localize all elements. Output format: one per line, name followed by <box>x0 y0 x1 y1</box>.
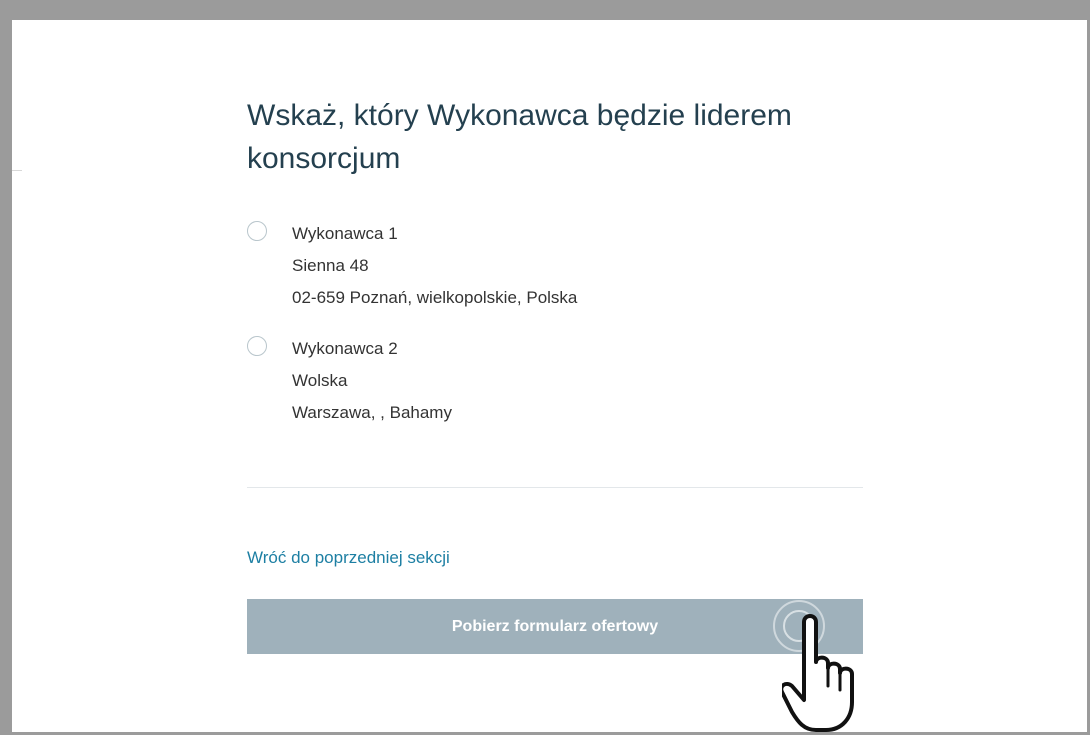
back-to-previous-section-link[interactable]: Wróć do poprzedniej sekcji <box>247 548 450 568</box>
option-name: Wykonawca 2 <box>292 339 398 358</box>
option-city: 02-659 Poznań, wielkopolskie, Polska <box>292 288 578 307</box>
radio-wykonawca-2[interactable] <box>247 336 267 356</box>
window-frame-left <box>0 0 12 735</box>
option-text: Wykonawca 1 Sienna 48 02-659 Poznań, wie… <box>292 218 577 314</box>
option-name: Wykonawca 1 <box>292 224 398 243</box>
window-frame-top <box>0 0 1090 20</box>
hand-pointer-icon <box>782 614 854 732</box>
consortium-leader-modal: Wskaż, który Wykonawca będzie liderem ko… <box>22 20 1087 732</box>
section-divider <box>247 487 863 488</box>
option-text: Wykonawca 2 Wolska Warszawa, , Bahamy <box>292 333 452 429</box>
radio-wykonawca-1[interactable] <box>247 221 267 241</box>
option-wykonawca-1[interactable]: Wykonawca 1 Sienna 48 02-659 Poznań, wie… <box>247 221 867 321</box>
option-street: Sienna 48 <box>292 256 369 275</box>
modal-title: Wskaż, który Wykonawca będzie liderem ko… <box>247 99 792 175</box>
option-wykonawca-2[interactable]: Wykonawca 2 Wolska Warszawa, , Bahamy <box>247 336 867 436</box>
download-offer-form-button[interactable]: Pobierz formularz ofertowy <box>247 599 863 654</box>
option-city: Warszawa, , Bahamy <box>292 403 452 422</box>
option-street: Wolska <box>292 371 348 390</box>
